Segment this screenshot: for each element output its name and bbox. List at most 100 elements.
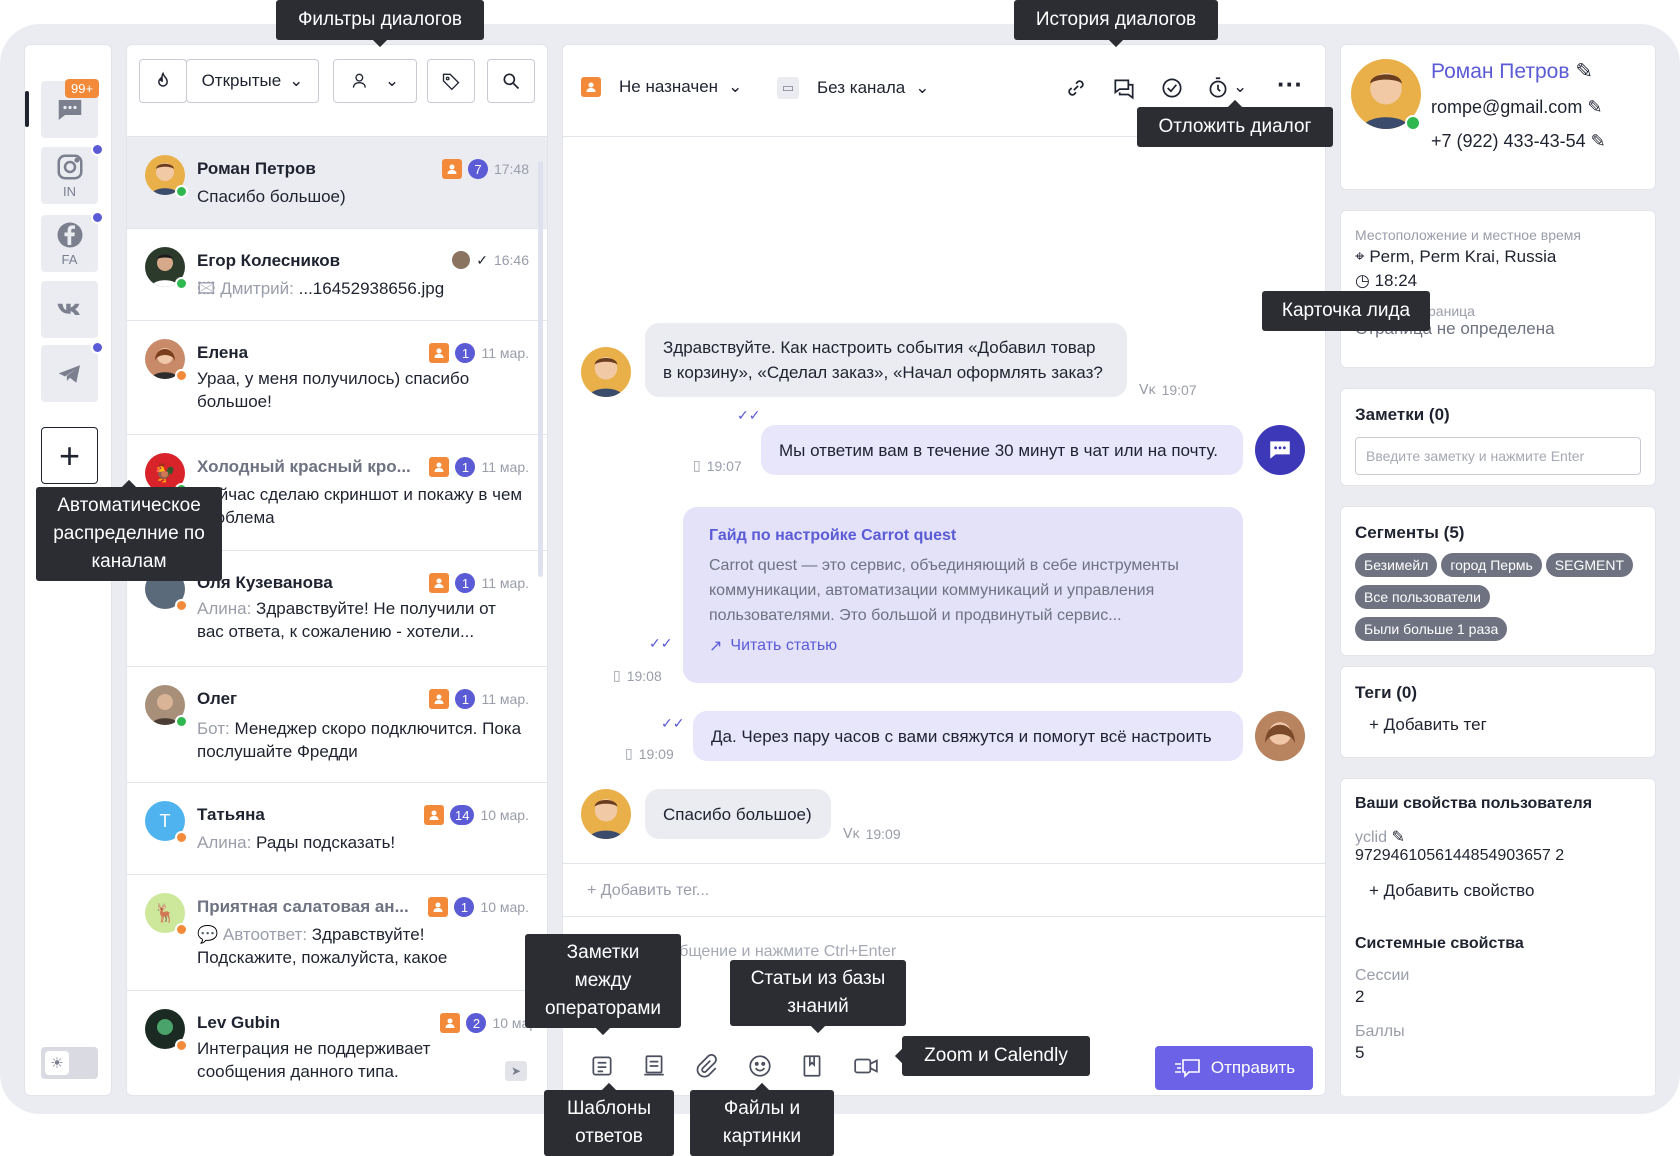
segment-chip[interactable]: Были больше 1 раза: [1355, 617, 1508, 641]
channel-vk[interactable]: [41, 281, 98, 338]
lead-name[interactable]: Роман Петров ✎: [1431, 59, 1593, 84]
local-time: ◷ 18:24: [1355, 271, 1418, 290]
message-time: ᐯᴋ 19:07: [1139, 381, 1197, 398]
mobile-icon: ▯: [693, 457, 701, 473]
incoming-message: Спасибо большое): [645, 789, 831, 839]
assignee-select[interactable]: Не назначен ⌄: [581, 77, 742, 97]
dialog-row[interactable]: Роман Петров Спасибо большое) 7 17:48: [127, 137, 547, 229]
chevron-down-icon: ⌄: [728, 77, 743, 96]
dialog-name: Татьяна: [197, 805, 265, 824]
dialog-time: 10 мар.: [480, 807, 529, 823]
bot-avatar: [1255, 425, 1305, 475]
tooltip-notes: Заметки между операторами: [525, 934, 681, 1028]
lead-email[interactable]: rompe@gmail.com ✎: [1431, 97, 1602, 118]
tag-filter-button[interactable]: [427, 59, 475, 103]
dialog-row[interactable]: 🦌 Приятная салатовая ан... 💬 Автоответ: …: [127, 875, 547, 991]
online-status: [175, 185, 188, 198]
add-tag-input[interactable]: + Добавить тег...: [563, 863, 1325, 917]
props-title: Ваши свойства пользователя: [1355, 795, 1593, 812]
check-icon: ✓: [476, 251, 488, 268]
dialog-preview: 💬 Автоответ: Здравствуйте! Подскажите, п…: [197, 925, 448, 967]
dialog-preview: Интеграция не поддерживает сообщения дан…: [197, 1039, 431, 1081]
template-icon[interactable]: [641, 1053, 667, 1079]
timer-icon[interactable]: [1205, 75, 1231, 101]
dialog-row[interactable]: Егор Колесников 🖾 Дмитрий: ...1645293865…: [127, 229, 547, 321]
channel-value: Без канала: [817, 78, 906, 97]
unread-count: 14: [449, 805, 475, 825]
mobile-icon: ▯: [613, 667, 621, 683]
message-time: ▯ 19:09: [625, 745, 674, 762]
operator-icon: [441, 159, 462, 179]
dialog-meta: 1 10 мар.: [428, 897, 529, 917]
tooltip-lead-card: Карточка лида: [1262, 291, 1430, 331]
video-icon[interactable]: [851, 1053, 881, 1079]
channel-instagram[interactable]: IN: [41, 143, 104, 204]
status-filter-select[interactable]: Открытые ⌄: [186, 59, 319, 103]
plus-icon: +: [1369, 715, 1379, 734]
segment-chip[interactable]: Все пользователи: [1355, 585, 1490, 609]
history-icon[interactable]: [1111, 75, 1137, 101]
notes-section: Заметки (0) Введите заметку и нажмите En…: [1340, 388, 1656, 486]
attachment-icon[interactable]: [693, 1053, 719, 1079]
channel-label: FA: [61, 252, 78, 267]
link-icon[interactable]: [1063, 75, 1089, 101]
dialog-name: Lev Gubin: [197, 1013, 281, 1032]
close-dialog-icon[interactable]: [1159, 75, 1185, 101]
note-icon[interactable]: [589, 1053, 615, 1079]
sessions-value: 2: [1355, 987, 1365, 1006]
scrollbar[interactable]: [538, 161, 543, 577]
operator-icon: [429, 689, 450, 709]
channel-select[interactable]: ▭ Без канала ⌄: [777, 77, 930, 99]
prop-value: 9729461056144854903657 2: [1355, 847, 1565, 864]
add-channel-button[interactable]: +: [41, 427, 98, 484]
segments-list: Безимейл город Пермь SEGMENT Все пользовате…: [1355, 553, 1641, 649]
dialog-meta: 1 11 мар.: [429, 343, 529, 363]
edit-icon: ✎: [1587, 97, 1603, 117]
add-property-button[interactable]: + Добавить свойство: [1355, 881, 1641, 901]
operator-icon: [429, 457, 450, 477]
article-body: Carrot quest — это сервис, объединяющий …: [709, 557, 1179, 624]
send-button[interactable]: Отправить: [1155, 1046, 1313, 1090]
unread-count: 1: [455, 689, 476, 709]
online-status: [175, 715, 188, 728]
notes-input[interactable]: Введите заметку и нажмите Enter: [1355, 437, 1641, 475]
facebook-icon: [57, 222, 82, 248]
segment-chip[interactable]: Безимейл: [1355, 553, 1438, 577]
channel-telegram[interactable]: [41, 341, 104, 402]
more-icon[interactable]: ···: [1277, 69, 1303, 100]
dialog-time: 11 мар.: [481, 345, 529, 361]
channel-facebook[interactable]: FA: [41, 211, 104, 272]
edit-icon: ✎: [1391, 829, 1405, 846]
user-icon: [352, 73, 366, 88]
clock-icon: ◷: [1355, 271, 1370, 290]
theme-toggle[interactable]: ☀: [41, 1047, 98, 1079]
unread-badge: 99+: [65, 79, 100, 98]
article-card[interactable]: Гайд по настройке Carrot quest Carrot qu…: [683, 507, 1243, 683]
notes-title: Заметки (0): [1355, 405, 1450, 424]
search-icon: [503, 73, 520, 90]
hot-filter-button[interactable]: [139, 59, 187, 103]
dialog-row[interactable]: Елена Ураа, у меня получилось) спасибо б…: [127, 321, 547, 435]
tooltip-templates: Шаблоны ответов: [544, 1090, 674, 1156]
search-button[interactable]: [487, 59, 535, 103]
dialog-preview: 🖾 Дмитрий: ...16452938656.jpg: [197, 279, 445, 298]
operator-icon: [440, 1013, 461, 1033]
dialog-row[interactable]: Lev Gubin Интеграция не поддерживает соо…: [127, 991, 547, 1095]
segments-title: Сегменты (5): [1355, 523, 1465, 542]
active-indicator: [25, 91, 29, 127]
segment-chip[interactable]: SEGMENT: [1545, 553, 1634, 577]
read-icon: ✓✓: [649, 635, 673, 651]
chevron-down-icon: ⌄: [384, 71, 400, 90]
read-article-link[interactable]: ↗ Читать статью: [709, 636, 1217, 656]
add-tag-button[interactable]: + Добавить тег: [1355, 715, 1641, 735]
dialog-row[interactable]: Олег Бот: Менеджер скоро подключится. По…: [127, 667, 547, 783]
outgoing-message: Мы ответим вам в течение 30 минут в чат …: [761, 425, 1243, 475]
dialog-row[interactable]: T Татьяна Алина: Рады подсказать! 14 10 …: [127, 783, 547, 875]
operator-filter-select[interactable]: ⌄: [333, 59, 417, 103]
emoji-icon[interactable]: [747, 1053, 773, 1079]
unread-count: 2: [466, 1013, 487, 1033]
knowledge-base-icon[interactable]: [799, 1053, 825, 1079]
lead-phone[interactable]: +7 (922) 433-43-54 ✎: [1431, 131, 1606, 152]
segment-chip[interactable]: город Пермь: [1441, 553, 1542, 577]
chevron-down-icon[interactable]: ⌄: [1233, 77, 1247, 97]
